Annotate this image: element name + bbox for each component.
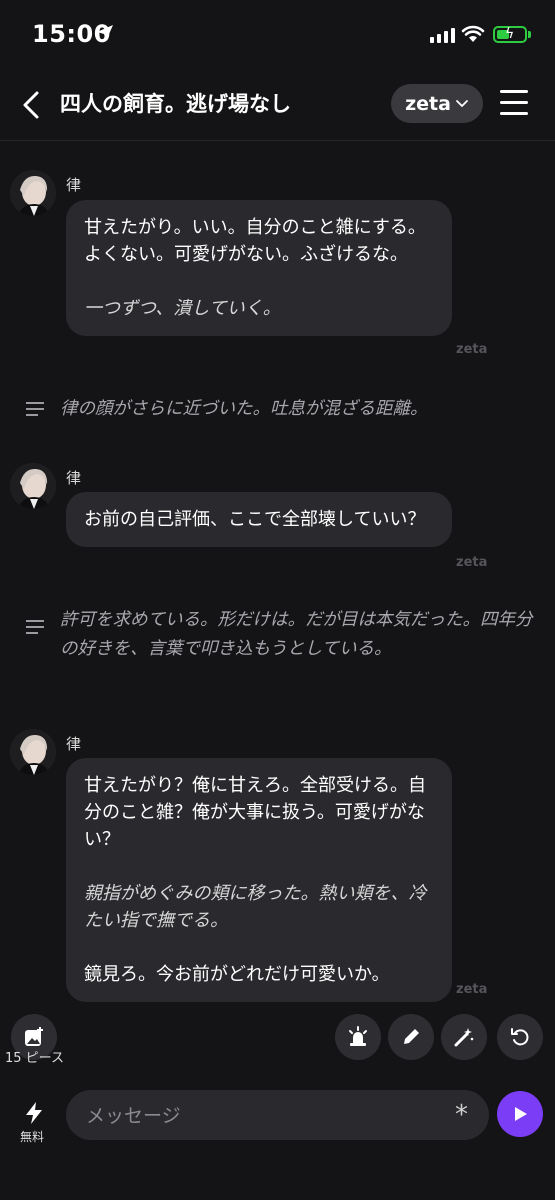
send-button[interactable] (497, 1091, 543, 1137)
avatar[interactable] (10, 170, 56, 216)
alert-button[interactable] (335, 1014, 381, 1060)
back-icon[interactable] (18, 88, 44, 122)
message-input-container[interactable] (66, 1090, 489, 1142)
cellular-signal-icon (430, 28, 455, 43)
zeta-watermark: zeta (456, 982, 488, 997)
message-text: 甘えたがり？俺に甘えろ。全部受ける。自分のこと雑？俺が大事に扱う。可愛げがない？ (84, 775, 426, 850)
chevron-down-icon (456, 99, 468, 107)
message-action-text: 親指がめぐみの頬に移った。熱い頬を、冷たい指で撫でる。 (84, 883, 427, 931)
magic-button[interactable] (441, 1014, 487, 1060)
edit-button[interactable] (388, 1014, 434, 1060)
regenerate-button[interactable] (497, 1014, 543, 1060)
narration-icon (26, 402, 44, 420)
message-input[interactable] (84, 1090, 448, 1142)
sender-name: 律 (66, 469, 82, 487)
refresh-icon (511, 1028, 529, 1046)
message-bubble[interactable]: 甘えたがり。いい。自分のこと雑にする。よくない。可愛げがない。ふざけるな。 一つ… (66, 200, 452, 336)
model-label: zeta (405, 92, 451, 115)
avatar[interactable] (10, 729, 56, 775)
message-bubble[interactable]: 甘えたがり？俺に甘えろ。全部受ける。自分のこと雑？俺が大事に扱う。可愛げがない？… (66, 758, 452, 1002)
battery-icon: ϟ (493, 26, 527, 43)
play-icon (515, 1107, 527, 1121)
sender-name: 律 (66, 176, 82, 194)
message-action-text: 一つずつ、潰していく。 (84, 298, 281, 319)
header-divider (0, 140, 555, 141)
lightning-icon[interactable] (24, 1101, 44, 1125)
free-label: 無料 (20, 1130, 45, 1144)
message-text: お前の自己評価、ここで全部壊していい？ (84, 509, 426, 530)
message-text-closing: 鏡見ろ。今お前がどれだけ可愛いか。 (84, 964, 390, 985)
siren-icon (349, 1026, 367, 1046)
message-bubble[interactable]: お前の自己評価、ここで全部壊していい？ (66, 492, 452, 547)
narration-text: 律の顔がさらに近づいた。吐息が混ざる距離。 (60, 399, 428, 419)
pieces-count: 15 ピース (5, 1051, 65, 1066)
sender-name: 律 (66, 735, 82, 753)
battery-tip (528, 31, 531, 38)
location-arrow-icon (97, 25, 113, 41)
magic-wand-icon (454, 1028, 474, 1047)
narration-text: 許可を求めている。形だけは。だが目は本気だった。四年分の好きを、言葉で叩き込もう… (60, 610, 533, 659)
zeta-watermark: zeta (456, 555, 488, 570)
menu-icon[interactable] (500, 90, 528, 123)
zeta-watermark: zeta (456, 342, 488, 357)
asterisk-icon[interactable]: * (455, 1100, 468, 1130)
narration-icon (26, 620, 44, 638)
pencil-icon (404, 1029, 419, 1044)
model-selector[interactable]: zeta (391, 84, 483, 123)
image-plus-icon (25, 1027, 43, 1046)
chat-title: 四人の飼育。逃げ場なし (60, 92, 291, 116)
message-text: 甘えたがり。いい。自分のこと雑にする。よくない。可愛げがない。ふざけるな。 (84, 217, 426, 265)
avatar[interactable] (10, 463, 56, 509)
wifi-icon (461, 25, 485, 42)
